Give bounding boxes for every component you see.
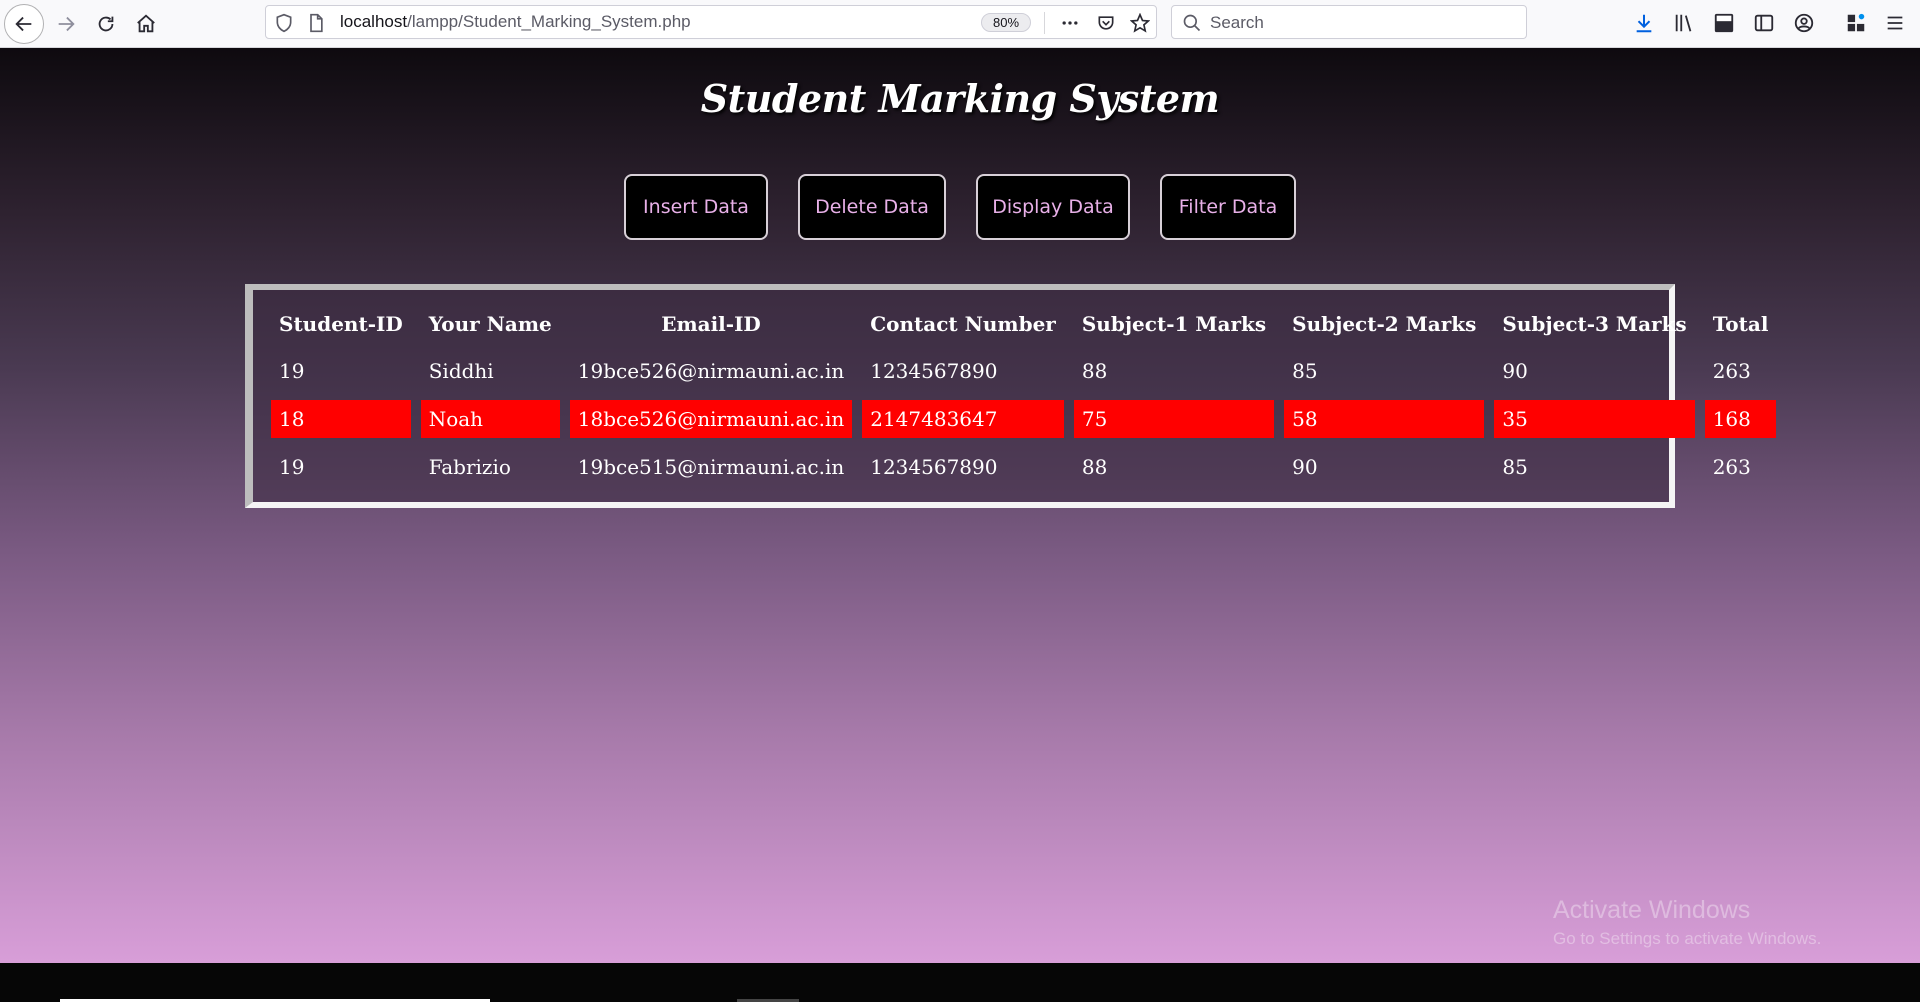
cell-student-id: 18 bbox=[271, 400, 411, 438]
cell-subject-1: 88 bbox=[1081, 455, 1108, 479]
cell-name: Siddhi bbox=[428, 359, 494, 383]
search-bar[interactable] bbox=[1171, 5, 1527, 39]
cell-contact: 1234567890 bbox=[870, 359, 998, 383]
activate-windows-watermark: Activate Windows Go to Settings to activ… bbox=[1553, 896, 1821, 949]
cell-email: 19bce515@nirmauni.ac.in bbox=[577, 455, 845, 479]
table-row-highlighted: 18 Noah 18bce526@nirmauni.ac.in 21474836… bbox=[271, 400, 1777, 438]
browser-toolbar: localhost/lampp/Student_Marking_System.p… bbox=[0, 0, 1920, 48]
star-icon bbox=[1130, 13, 1150, 33]
account-button[interactable] bbox=[1789, 8, 1819, 38]
student-table: Student-ID Your Name Email-ID Contact Nu… bbox=[261, 296, 1786, 496]
cell-contact: 1234567890 bbox=[870, 455, 998, 479]
page-actions-button[interactable] bbox=[1058, 12, 1082, 34]
page-title: Student Marking System bbox=[700, 76, 1220, 121]
search-icon bbox=[1183, 14, 1201, 32]
cell-subject-1: 75 bbox=[1073, 400, 1275, 438]
header-student-id: Student-ID bbox=[279, 312, 403, 336]
header-name: Your Name bbox=[428, 312, 552, 336]
cell-subject-2: 58 bbox=[1284, 400, 1485, 438]
arrow-right-icon bbox=[58, 16, 75, 32]
url-divider bbox=[1044, 12, 1045, 34]
cell-subject-3: 90 bbox=[1502, 359, 1528, 383]
sidebar-button[interactable] bbox=[1749, 8, 1779, 38]
cell-name: Fabrizio bbox=[428, 455, 511, 479]
header-total: Total bbox=[1712, 312, 1769, 336]
reload-icon bbox=[98, 16, 114, 32]
header-email: Email-ID bbox=[661, 312, 761, 336]
selenium-extension-button[interactable] bbox=[1709, 8, 1739, 38]
arrow-left-icon bbox=[15, 16, 32, 32]
taskbar bbox=[0, 963, 1920, 1002]
more-horizontal-icon bbox=[1062, 21, 1078, 25]
pocket-button[interactable] bbox=[1094, 12, 1118, 34]
search-input[interactable] bbox=[1208, 10, 1512, 36]
header-subject-1: Subject-1 Marks bbox=[1081, 312, 1267, 336]
url-path: /lampp/Student_Marking_System.php bbox=[407, 12, 691, 31]
header-contact: Contact Number bbox=[870, 312, 1056, 336]
table-row: 19 Fabrizio 19bce515@nirmauni.ac.in 1234… bbox=[271, 448, 1776, 486]
account-icon bbox=[1794, 13, 1814, 33]
pocket-icon bbox=[1098, 16, 1114, 30]
display-data-button[interactable]: Display Data bbox=[976, 174, 1130, 240]
reload-button[interactable] bbox=[88, 6, 124, 42]
insert-data-button[interactable]: Insert Data bbox=[624, 174, 768, 240]
student-table-container: Student-ID Your Name Email-ID Contact Nu… bbox=[245, 284, 1777, 508]
shield-icon[interactable] bbox=[274, 13, 294, 33]
extensions-icon bbox=[1847, 13, 1865, 32]
header-subject-2: Subject-2 Marks bbox=[1292, 312, 1477, 336]
library-icon bbox=[1675, 14, 1692, 32]
bookmark-button[interactable] bbox=[1128, 12, 1152, 34]
cell-contact: 2147483647 bbox=[862, 400, 1064, 438]
cell-name: Noah bbox=[420, 400, 560, 438]
cell-total: 168 bbox=[1704, 400, 1777, 438]
watermark-title: Activate Windows bbox=[1553, 896, 1751, 924]
page-content: Student Marking System Insert Data Delet… bbox=[0, 48, 1920, 963]
selenium-icon bbox=[1714, 13, 1734, 33]
url-bar[interactable]: localhost/lampp/Student_Marking_System.p… bbox=[265, 5, 1157, 39]
menu-button[interactable] bbox=[1880, 8, 1910, 38]
header-subject-3: Subject-3 Marks bbox=[1502, 312, 1687, 336]
extensions-button[interactable] bbox=[1841, 8, 1871, 38]
forward-button[interactable] bbox=[48, 6, 84, 42]
cell-subject-3: 85 bbox=[1502, 455, 1528, 479]
cell-subject-2: 90 bbox=[1292, 455, 1318, 479]
watermark-subtitle: Go to Settings to activate Windows. bbox=[1553, 929, 1822, 948]
url-text[interactable]: localhost/lampp/Student_Marking_System.p… bbox=[340, 12, 691, 32]
hamburger-menu-icon bbox=[1887, 16, 1903, 30]
cell-subject-2: 85 bbox=[1292, 359, 1318, 383]
back-button[interactable] bbox=[4, 4, 44, 44]
table-header-row: Student-ID Your Name Email-ID Contact Nu… bbox=[271, 306, 1776, 342]
cell-total: 263 bbox=[1712, 455, 1751, 479]
delete-data-button[interactable]: Delete Data bbox=[798, 174, 946, 240]
table-row: 19 Siddhi 19bce526@nirmauni.ac.in 123456… bbox=[271, 352, 1776, 390]
cell-email: 19bce526@nirmauni.ac.in bbox=[577, 359, 845, 383]
url-host: localhost bbox=[340, 12, 408, 31]
sidebar-icon bbox=[1754, 14, 1774, 32]
filter-data-button[interactable]: Filter Data bbox=[1160, 174, 1296, 240]
download-icon bbox=[1636, 14, 1652, 33]
library-button[interactable] bbox=[1669, 8, 1699, 38]
cell-subject-1: 88 bbox=[1081, 359, 1108, 383]
home-button[interactable] bbox=[128, 6, 164, 42]
home-icon bbox=[137, 14, 155, 33]
page-icon[interactable] bbox=[306, 13, 326, 33]
cell-student-id: 19 bbox=[279, 455, 305, 479]
downloads-button[interactable] bbox=[1629, 8, 1659, 38]
zoom-badge[interactable]: 80% bbox=[981, 13, 1031, 32]
cell-student-id: 19 bbox=[279, 359, 305, 383]
cell-total: 263 bbox=[1712, 359, 1751, 383]
cell-subject-3: 35 bbox=[1494, 400, 1695, 438]
cell-email: 18bce526@nirmauni.ac.in bbox=[569, 400, 853, 438]
